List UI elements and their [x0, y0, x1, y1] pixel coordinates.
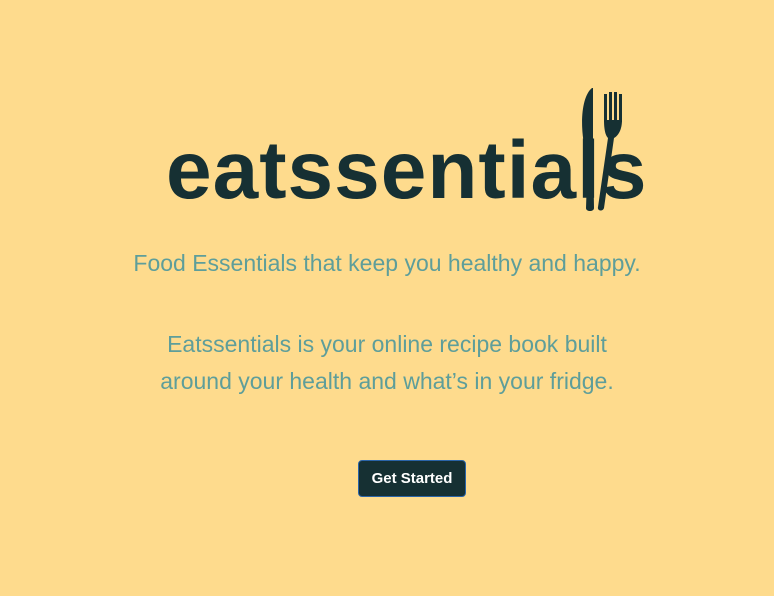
landing-page: eatssentials Food Essentials that keep y… [0, 0, 774, 596]
get-started-button[interactable]: Get Started [358, 460, 466, 497]
hero-tagline: Food Essentials that keep you healthy an… [133, 250, 641, 276]
hero-description-line-2: around your health and what’s in your fr… [160, 368, 614, 394]
fork-knife-icon [582, 88, 622, 211]
brand-logo-text: eatssentials [166, 125, 648, 216]
hero-description: Eatssentials is your online recipe book … [0, 326, 774, 400]
brand-logo: eatssentials [166, 86, 648, 212]
hero-description-line-1: Eatssentials is your online recipe book … [167, 331, 607, 357]
